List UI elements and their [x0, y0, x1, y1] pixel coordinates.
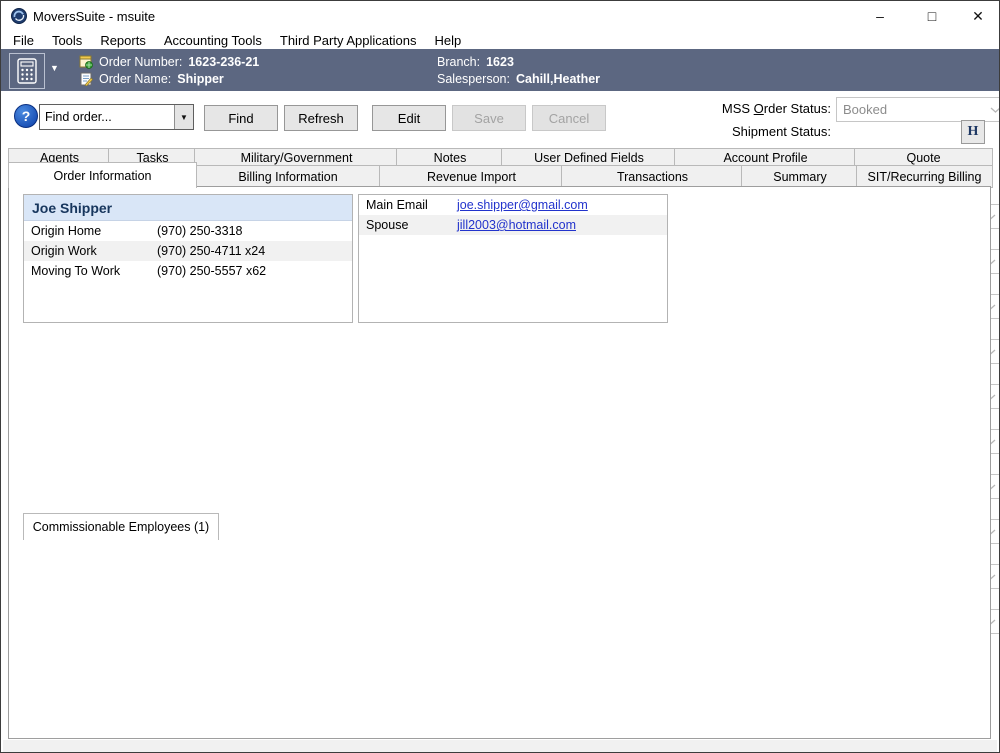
order-number-value: 1623-236-21: [188, 55, 259, 69]
mss-order-status-label: MSS Order Status:: [621, 101, 831, 116]
close-button[interactable]: ✕: [959, 1, 997, 31]
order-name-label: Order Name:: [99, 72, 171, 86]
minimize-button[interactable]: –: [861, 1, 899, 31]
menu-accounting-tools[interactable]: Accounting Tools: [155, 32, 271, 49]
email-panel: Main Email joe.shipper@gmail.com Spouse …: [358, 194, 668, 323]
phone-row: Origin Home (970) 250-3318: [24, 221, 352, 241]
order-number-row: Order Number: 1623-236-21: [79, 55, 259, 69]
shipment-status-label: Shipment Status:: [621, 124, 831, 139]
find-button[interactable]: Find: [204, 105, 278, 131]
salesperson-label: Salesperson:: [437, 72, 510, 86]
window-title: MoversSuite - msuite: [33, 9, 155, 24]
mss-order-status-value: Booked: [843, 102, 887, 117]
order-number-icon: [79, 55, 93, 69]
find-order-value: Find order...: [40, 105, 174, 129]
email-row: Main Email joe.shipper@gmail.com: [359, 195, 667, 215]
help-icon[interactable]: ?: [14, 104, 38, 128]
contact-panel: Joe Shipper Origin Home (970) 250-3318 O…: [23, 194, 353, 323]
edit-button[interactable]: Edit: [372, 105, 446, 131]
history-button[interactable]: H: [961, 120, 985, 144]
tab-order-information[interactable]: Order Information: [8, 162, 197, 188]
menu-reports[interactable]: Reports: [91, 32, 155, 49]
tab-billing-information[interactable]: Billing Information: [194, 165, 382, 188]
refresh-button[interactable]: Refresh: [284, 105, 358, 131]
salesperson-value: Cahill,Heather: [516, 72, 600, 86]
branch-value: 1623: [486, 55, 514, 69]
order-number-label: Order Number:: [99, 55, 182, 69]
find-order-dropdown-icon[interactable]: ▼: [174, 105, 193, 129]
main-email-link[interactable]: joe.shipper@gmail.com: [457, 198, 667, 212]
application-window: MoversSuite - msuite – □ ✕ File Tools Re…: [0, 0, 1000, 753]
app-icon: [11, 8, 27, 24]
bottom-strip: [3, 740, 997, 752]
tab-summary[interactable]: Summary: [741, 165, 859, 188]
maximize-button[interactable]: □: [913, 1, 951, 31]
order-menu-caret-icon[interactable]: ▼: [50, 63, 59, 73]
chevron-down-icon: [990, 107, 1000, 114]
order-name-value: Shipper: [177, 72, 224, 86]
spouse-email-link[interactable]: jill2003@hotmail.com: [457, 218, 667, 232]
phone-row: Origin Work (970) 250-4711 x24: [24, 241, 352, 261]
title-bar: MoversSuite - msuite – □ ✕: [1, 1, 999, 31]
save-button[interactable]: Save: [452, 105, 526, 131]
cancel-button[interactable]: Cancel: [532, 105, 606, 131]
tab-revenue-import[interactable]: Revenue Import: [379, 165, 564, 188]
menu-file[interactable]: File: [4, 32, 43, 49]
order-name-row: Order Name: Shipper: [79, 72, 224, 86]
phone-row: Moving To Work (970) 250-5557 x62: [24, 261, 352, 281]
branch-row: Branch: 1623: [437, 55, 514, 69]
menu-tools[interactable]: Tools: [43, 32, 91, 49]
calculator-icon: [16, 58, 38, 84]
tab-commissionable-employees[interactable]: Commissionable Employees (1): [23, 513, 219, 540]
email-row: Spouse jill2003@hotmail.com: [359, 215, 667, 235]
order-name-icon: [79, 72, 93, 86]
tab-sit-recurring-billing[interactable]: SIT/Recurring Billing: [856, 165, 993, 188]
mss-order-status-combobox[interactable]: Booked: [836, 97, 1000, 122]
menu-help[interactable]: Help: [425, 32, 470, 49]
menu-third-party-applications[interactable]: Third Party Applications: [271, 32, 426, 49]
tab-transactions[interactable]: Transactions: [561, 165, 744, 188]
menu-bar: File Tools Reports Accounting Tools Thir…: [1, 31, 999, 49]
salesperson-row: Salesperson: Cahill,Heather: [437, 72, 600, 86]
contact-name: Joe Shipper: [24, 195, 352, 221]
find-order-combobox[interactable]: Find order... ▼: [39, 104, 194, 130]
branch-label: Branch:: [437, 55, 480, 69]
order-menu-button[interactable]: [9, 53, 45, 89]
order-banner: ▼ Order Number: 1623-236-21 Order Name: …: [1, 49, 999, 91]
